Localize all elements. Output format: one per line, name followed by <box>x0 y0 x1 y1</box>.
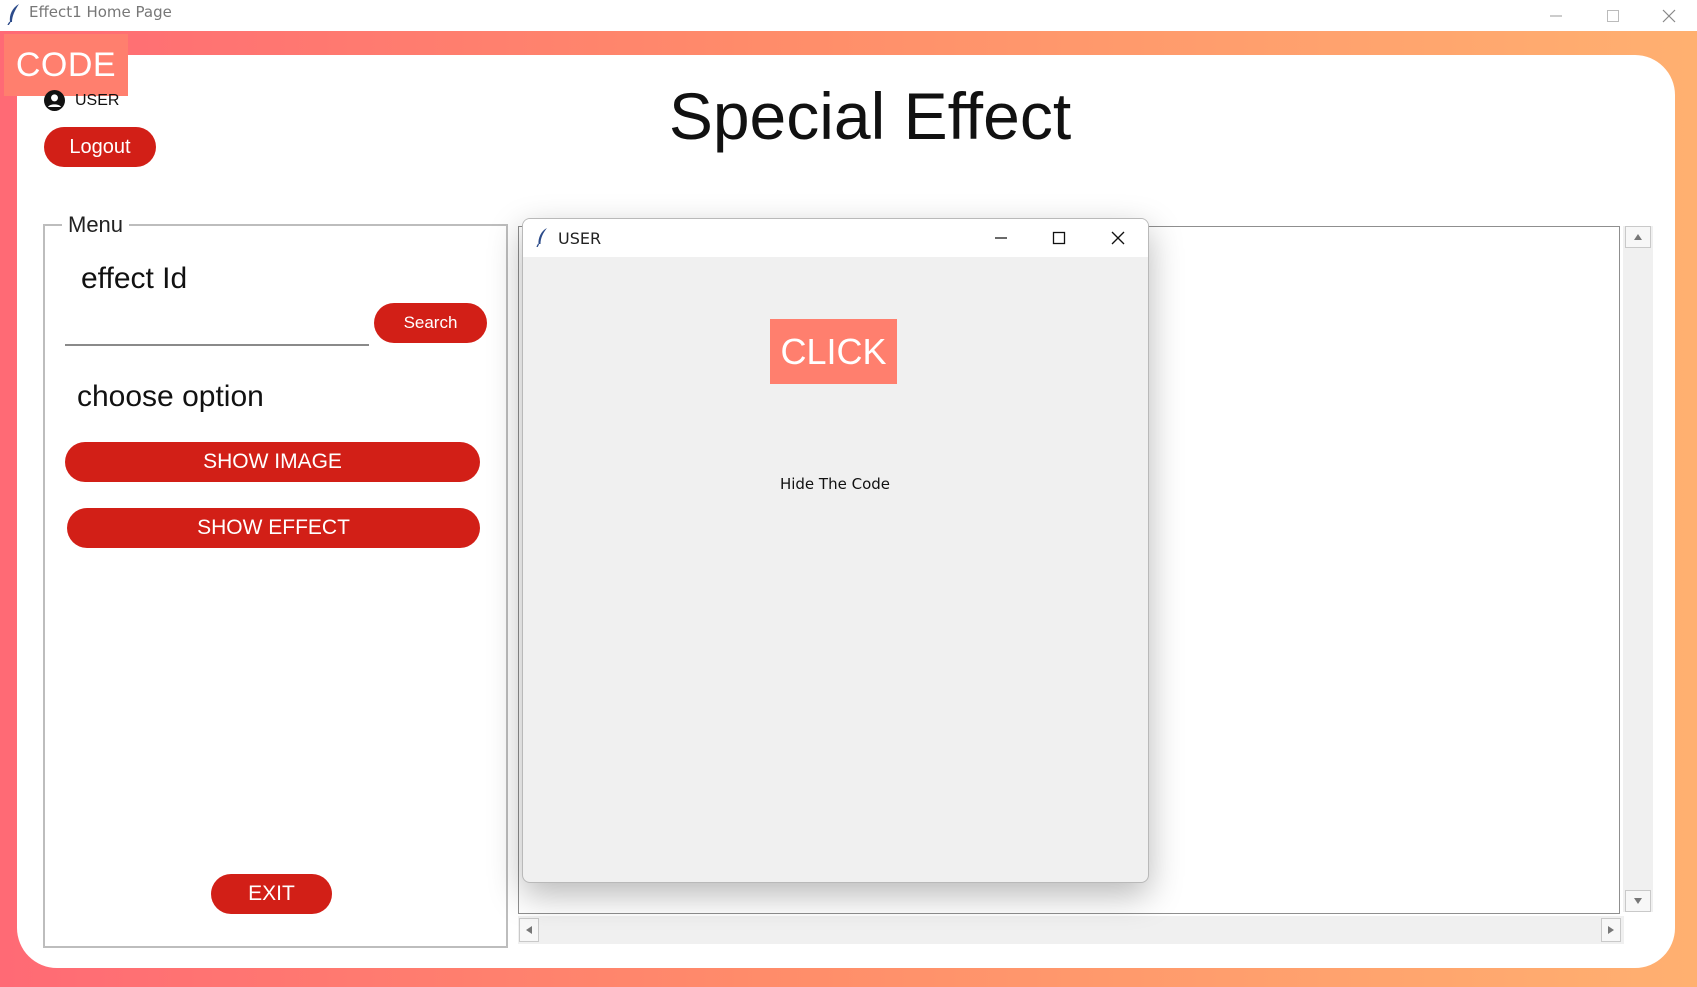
arrow-down-icon <box>1634 898 1642 904</box>
code-badge: CODE <box>4 34 128 96</box>
scroll-left-button[interactable] <box>519 918 539 942</box>
search-button[interactable]: Search <box>374 303 487 343</box>
scroll-right-button[interactable] <box>1601 918 1621 942</box>
dialog-maximize-button[interactable] <box>1030 219 1088 257</box>
minimize-icon <box>995 237 1007 239</box>
window-titlebar: Effect1 Home Page <box>0 0 1697 31</box>
dialog-minimize-button[interactable] <box>972 219 1030 257</box>
show-image-button[interactable]: SHOW IMAGE <box>65 442 480 482</box>
exit-button[interactable]: EXIT <box>211 874 332 914</box>
horizontal-scrollbar[interactable] <box>518 916 1624 944</box>
user-icon <box>44 90 65 111</box>
arrow-up-icon <box>1634 234 1642 240</box>
page-title: Special Effect <box>668 79 1072 153</box>
hide-the-code-label: Hide The Code <box>779 475 891 493</box>
menu-legend: Menu <box>62 212 130 238</box>
scroll-up-button[interactable] <box>1625 226 1651 248</box>
effect-id-label: effect Id <box>81 262 188 295</box>
feather-icon <box>7 4 19 25</box>
click-button[interactable]: CLICK <box>770 319 897 384</box>
user-indicator: USER <box>44 90 119 111</box>
user-dialog: USER CLICK Hide The Code <box>522 218 1149 883</box>
effect-id-input[interactable] <box>65 310 369 346</box>
feather-icon <box>536 228 547 247</box>
dialog-close-button[interactable] <box>1089 219 1147 257</box>
close-button[interactable] <box>1640 0 1697 31</box>
maximize-button[interactable] <box>1584 0 1641 31</box>
minimize-button[interactable] <box>1527 0 1584 31</box>
close-icon <box>1662 9 1675 22</box>
maximize-icon <box>1052 231 1066 245</box>
dialog-title: USER <box>558 229 602 248</box>
close-icon <box>1111 231 1125 245</box>
vertical-scrollbar[interactable] <box>1623 226 1653 912</box>
user-label: USER <box>75 91 120 109</box>
maximize-icon <box>1606 9 1619 22</box>
logout-button[interactable]: Logout <box>44 127 156 167</box>
arrow-left-icon <box>526 926 532 934</box>
arrow-right-icon <box>1608 926 1614 934</box>
window-title: Effect1 Home Page <box>29 3 172 21</box>
scroll-down-button[interactable] <box>1625 890 1651 912</box>
minimize-icon <box>1549 15 1562 16</box>
dialog-titlebar: USER <box>523 219 1148 257</box>
choose-option-label: choose option <box>77 380 264 413</box>
show-effect-button[interactable]: SHOW EFFECT <box>67 508 480 548</box>
